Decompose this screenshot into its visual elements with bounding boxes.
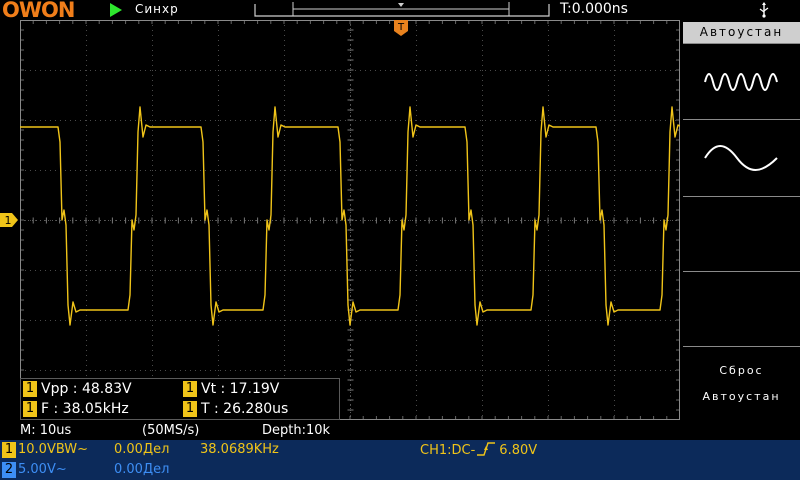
measurement-vt: 1 Vt : 17.19V xyxy=(183,380,279,399)
channel-badge: 1 xyxy=(23,381,37,397)
timebase: M: 10us xyxy=(20,423,72,438)
trigger-position-marker[interactable]: T xyxy=(394,20,408,36)
multi-period-wave-icon xyxy=(704,73,778,91)
menu-slot-empty-1[interactable] xyxy=(683,196,800,271)
reset-autoset-button[interactable]: Сброс Автоустан xyxy=(683,346,800,422)
reset-label: Сброс xyxy=(719,364,764,377)
trigger-status: Синхр xyxy=(135,2,179,16)
measurement-frequency-text: F : 38.05kHz xyxy=(41,401,129,417)
channel-status-bar: 1 10.0VBW~ 0.00Дел 38.0689KHz CH1:DC- 6.8… xyxy=(0,440,800,480)
ch2-scale: 5.00V~ xyxy=(18,462,67,477)
ch1-offset: 0.00Дел xyxy=(114,442,170,457)
waveform-display[interactable] xyxy=(20,20,680,420)
measurement-period: 1T : 26.280us xyxy=(183,400,288,419)
channel-badge: 1 xyxy=(23,401,37,417)
measurement-frequency: 1F : 38.05kHz xyxy=(23,400,129,419)
usb-icon xyxy=(759,2,769,18)
trigger-settings: CH1:DC- 6.80V xyxy=(420,441,537,459)
measurement-panel: 1 Vpp : 48.83V 1 Vt : 17.19V 1F : 38.05kHz… xyxy=(20,378,340,420)
menu-slot-empty-2[interactable] xyxy=(683,271,800,346)
trigger-frequency: 38.0689KHz xyxy=(200,442,279,457)
ch1-scale: 10.0VBW~ xyxy=(18,442,89,457)
autoset-menu: Автоустан Сброс Автоустан xyxy=(683,22,800,422)
memory-position-bar[interactable] xyxy=(253,0,551,20)
menu-title: Автоустан xyxy=(683,22,800,43)
single-period-button[interactable] xyxy=(683,119,800,196)
acquisition-status: M: 10us (50MS/s) Depth:10k xyxy=(0,423,800,439)
measurement-period-text: T : 26.280us xyxy=(201,401,289,417)
autoset-label: Автоустан xyxy=(702,390,781,403)
single-period-wave-icon xyxy=(704,145,778,171)
memory-depth: Depth:10k xyxy=(262,423,331,438)
sample-rate: (50MS/s) xyxy=(142,423,200,438)
time-offset: T:0.000ns xyxy=(560,1,628,17)
top-bar: OWON Синхр T:0.000ns xyxy=(0,0,800,22)
trigger-source: CH1:DC- xyxy=(420,443,476,458)
measurement-vt-text: Vt : 17.19V xyxy=(201,381,280,397)
trigger-level: 6.80V xyxy=(499,443,538,458)
channel-badge: 1 xyxy=(183,381,197,397)
multi-period-button[interactable] xyxy=(683,43,800,119)
measurement-vpp: 1 Vpp : 48.83V xyxy=(23,380,132,399)
channel-badge: 1 xyxy=(183,401,197,417)
measurement-vpp-text: Vpp : 48.83V xyxy=(41,381,132,397)
ch1-reference-marker[interactable]: 1 xyxy=(0,213,20,227)
ch1-badge[interactable]: 1 xyxy=(2,442,16,458)
ch2-offset: 0.00Дел xyxy=(114,462,170,477)
rising-edge-icon xyxy=(477,442,496,456)
trigger-marker-label: T xyxy=(397,22,405,33)
owon-logo: OWON xyxy=(2,0,75,22)
ch1-marker-label: 1 xyxy=(5,214,12,227)
run-icon[interactable] xyxy=(110,3,122,17)
ch2-badge[interactable]: 2 xyxy=(2,462,16,478)
